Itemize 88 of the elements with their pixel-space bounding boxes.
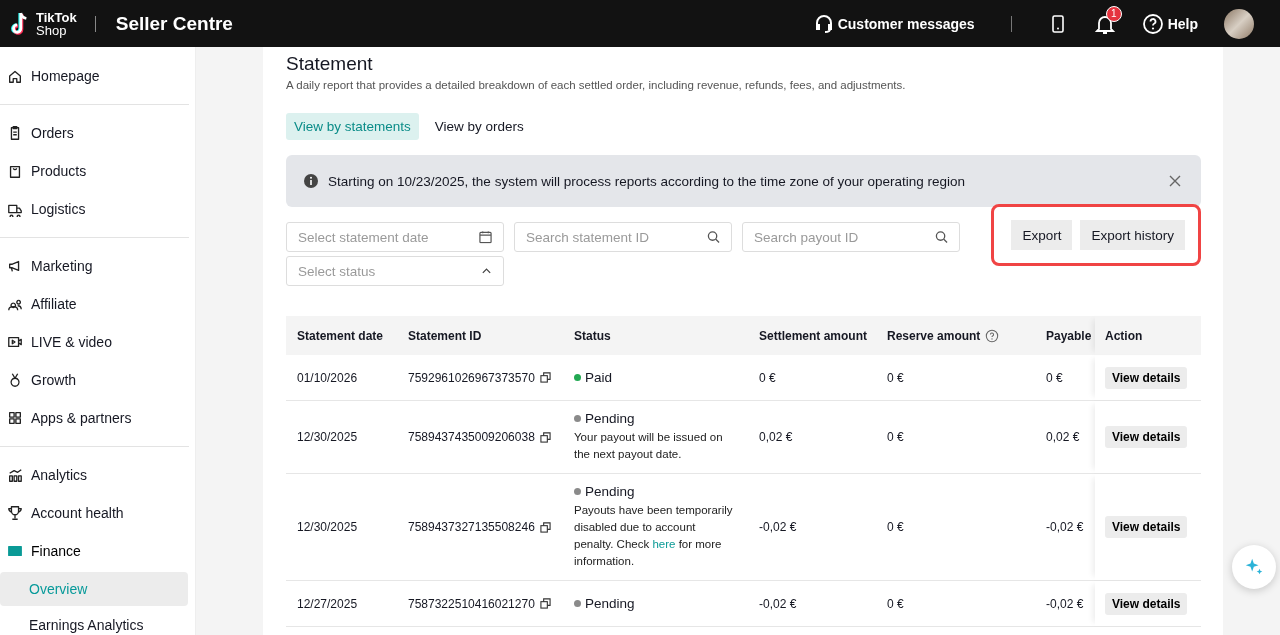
menu-item-icon: [7, 505, 23, 521]
page-title: Statement: [286, 53, 374, 75]
copy-icon[interactable]: [539, 431, 551, 443]
table-cell-text: 12/30/2025: [296, 520, 359, 534]
table-cell-text: 0 €: [886, 520, 905, 534]
search-icon[interactable]: [935, 230, 948, 244]
sidebar-item[interactable]: Logistics: [0, 190, 195, 228]
logo-text: TikTok Shop: [36, 10, 77, 37]
customer-messages-link[interactable]: Customer messages: [813, 13, 975, 34]
status-note: Payouts have been temporarily disabled due to account penalty. Check here for more information.: [574, 503, 734, 569]
headset-icon: [813, 13, 834, 34]
sidebar-item[interactable]: LIVE & video: [0, 323, 195, 361]
close-icon[interactable]: [1169, 175, 1181, 187]
copy-icon[interactable]: [539, 521, 551, 533]
sidebar-item[interactable]: Affiliate: [0, 285, 195, 323]
copy-icon[interactable]: [539, 598, 551, 609]
menu-item-icon: [7, 68, 23, 84]
table-cell-text: -0,02 €: [1046, 596, 1085, 611]
view-details-button[interactable]: View details: [1105, 516, 1188, 538]
avatar[interactable]: [1224, 8, 1254, 39]
search-field[interactable]: Search payout ID: [742, 222, 960, 252]
view-tab[interactable]: View by statements: [286, 113, 419, 140]
table-cell-text: -0,02 €: [1046, 520, 1085, 534]
view-details-button[interactable]: View details: [1105, 592, 1188, 615]
table-cell-text: 0,02 €: [1046, 430, 1081, 444]
table-cell-text: -0,02 €: [758, 596, 798, 611]
sidebar-item[interactable]: Apps & partners: [0, 399, 195, 437]
column-header: Statement ID: [407, 328, 483, 343]
notice-text: Starting on 10/23/2025, the system will process reports according to the time zone of your operating region: [328, 173, 967, 189]
sidebar-item[interactable]: Finance: [0, 532, 195, 570]
sidebar-item[interactable]: Marketing: [0, 247, 195, 285]
table-cell: 7587322510416021270: [408, 596, 535, 611]
menu-item-icon: [7, 543, 23, 559]
column-header: Payable: [1046, 328, 1093, 343]
table-cell-text: 0 €: [886, 430, 905, 444]
table-cell: 7589437435009206038: [408, 430, 535, 444]
sidebar-item[interactable]: Growth: [0, 361, 195, 399]
sidebar-item[interactable]: Products: [0, 152, 195, 190]
help-icon[interactable]: [985, 328, 1000, 343]
sidebar-subitem[interactable]: Earnings Analytics: [0, 608, 188, 635]
menu-item-icon: [7, 163, 23, 179]
table-cell-text: 0 €: [886, 596, 905, 611]
table-cell-text: 12/27/2025: [296, 596, 359, 611]
search-icon[interactable]: [707, 230, 720, 244]
menu-item-icon: [7, 410, 23, 426]
table-cell-text: 12/30/2025: [296, 430, 359, 444]
table-cell: 7589437327135508246: [408, 520, 535, 534]
table-cell-text: 0 €: [1046, 370, 1064, 385]
export-button[interactable]: Export history: [1080, 220, 1185, 250]
table-cell-text: 0,02 €: [758, 430, 794, 444]
menu-item-icon: [7, 334, 23, 350]
here-link[interactable]: here: [652, 538, 676, 550]
help-link[interactable]: Help: [1141, 12, 1198, 35]
sidebar-item[interactable]: Analytics: [0, 456, 195, 494]
view-details-button[interactable]: View details: [1105, 426, 1188, 448]
column-header: Action: [1095, 316, 1201, 355]
status-label: Paid: [585, 370, 613, 385]
column-header: Reserve amount: [876, 328, 1046, 343]
column-header: Statement date: [296, 328, 385, 343]
table-cell: 7592961026967373570: [408, 370, 535, 385]
copy-icon[interactable]: [539, 372, 551, 383]
sidebar-item[interactable]: Account health: [0, 494, 195, 532]
column-header: Settlement amount: [758, 328, 868, 343]
sidebar-item[interactable]: Homepage: [0, 57, 195, 95]
calendar-icon[interactable]: [479, 230, 492, 244]
help-icon: [1141, 12, 1164, 35]
search-field[interactable]: Search statement ID: [514, 222, 732, 252]
status-label: Pending: [585, 411, 635, 426]
view-details-button[interactable]: View details: [1105, 366, 1188, 389]
app-title: Seller Centre: [115, 12, 233, 35]
status-dropdown[interactable]: Select status: [286, 256, 504, 286]
sidebar-item[interactable]: Orders: [0, 114, 195, 152]
export-button[interactable]: Export: [1011, 220, 1073, 250]
table-cell-text: 0 €: [886, 370, 905, 385]
view-tab[interactable]: View by orders: [426, 113, 532, 140]
status-label: Pending: [585, 484, 635, 499]
info-icon: [303, 173, 319, 189]
column-header: Status: [573, 328, 612, 343]
table-cell-text: -0,02 €: [758, 520, 798, 534]
notification-badge: 1: [1105, 5, 1122, 22]
status-label: Pending: [585, 596, 635, 611]
table-cell-text: 01/10/2026: [296, 370, 359, 385]
table-cell-text: 0 €: [758, 370, 777, 385]
page-description: A daily report that provides a detailed breakdown of each settled order, including revenue, refunds, fees, and adjustments.: [286, 79, 907, 91]
menu-item-icon: [7, 372, 23, 388]
status-note: Your payout will be issued on the next payout date.: [574, 430, 724, 462]
menu-item-icon: [7, 467, 23, 483]
date-picker-field[interactable]: Select statement date: [286, 222, 504, 252]
